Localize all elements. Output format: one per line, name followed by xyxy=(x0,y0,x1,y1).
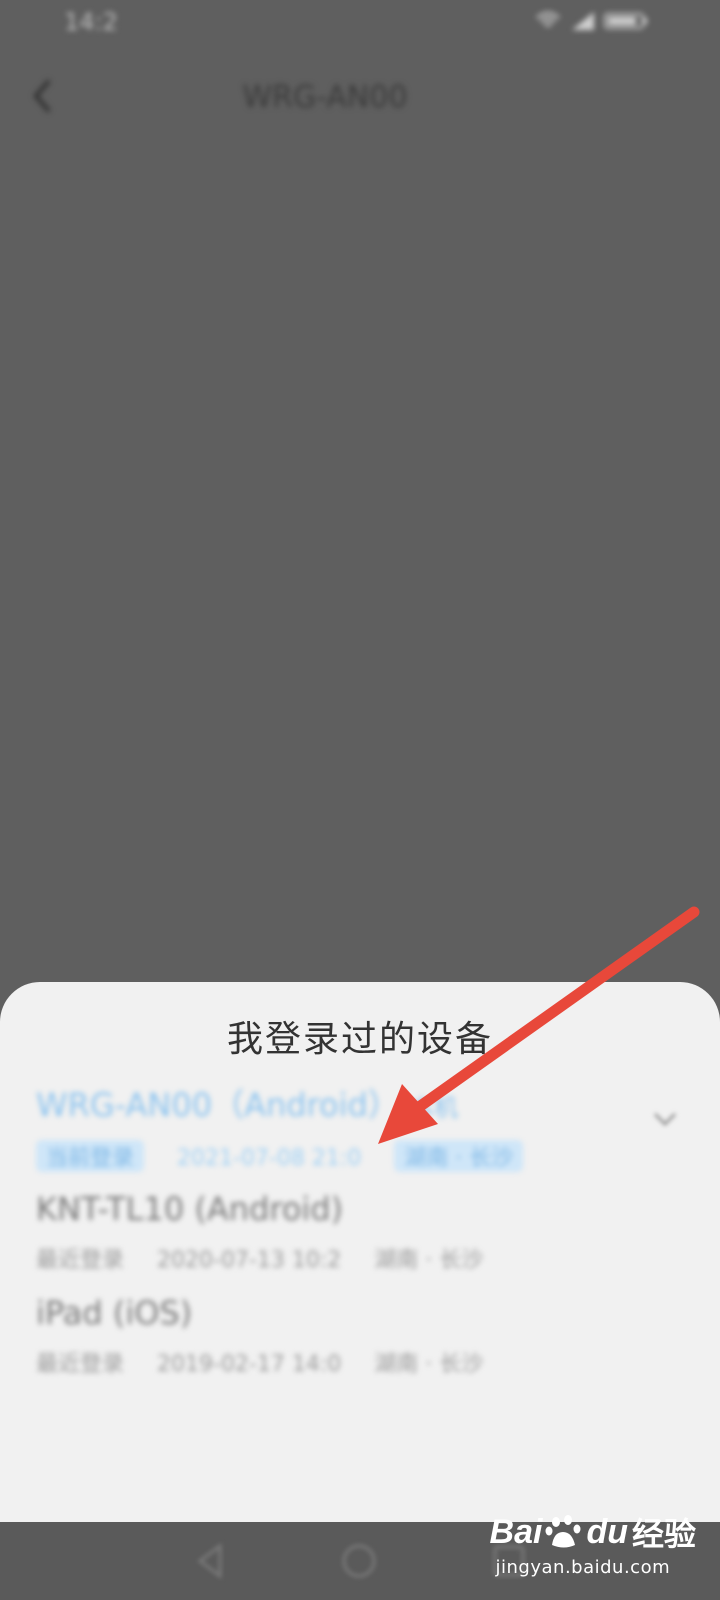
battery-icon xyxy=(604,13,647,29)
device-location: 湖南 · 长沙 xyxy=(394,1140,524,1172)
device-meta: 当前登录 2021-07-08 21:0 湖南 · 长沙 xyxy=(36,1140,676,1172)
sheet-title: 我登录过的设备 xyxy=(226,1019,493,1060)
watermark-logo-right: du xyxy=(586,1512,628,1551)
device-meta: 最近登录 2019-02-17 14:0 湖南 · 长沙 xyxy=(36,1346,676,1378)
device-time: 2020-07-13 10:2 xyxy=(157,1248,342,1273)
chevron-down-icon[interactable] xyxy=(650,1104,680,1134)
status-time: 14:2 xyxy=(64,8,118,36)
watermark-logo-left: Bai xyxy=(489,1512,543,1551)
screen: 14:2 WRG-AN00 我登录过的设备 WRG-AN00（Android） … xyxy=(0,0,720,1600)
device-name: KNT-TL10 (Android) xyxy=(36,1190,344,1228)
device-item[interactable]: iPad (iOS) 最近登录 2019-02-17 14:0 湖南 · 长沙 xyxy=(36,1294,676,1378)
status-bar: 14:2 xyxy=(0,0,720,50)
device-item[interactable]: KNT-TL10 (Android) 最近登录 2020-07-13 10:2 … xyxy=(36,1190,676,1274)
device-status-badge: 当前登录 xyxy=(36,1140,145,1172)
top-bar: WRG-AN00 xyxy=(0,70,720,130)
device-name: WRG-AN00（Android） 本机 xyxy=(36,1086,458,1124)
page-title: WRG-AN00 xyxy=(242,80,408,115)
nav-back-icon[interactable] xyxy=(186,1536,236,1586)
device-status: 最近登录 xyxy=(36,1248,125,1273)
wifi-icon xyxy=(536,11,561,27)
device-item-current[interactable]: WRG-AN00（Android） 本机 当前登录 2021-07-08 21:… xyxy=(36,1080,676,1172)
device-tag: 本机 xyxy=(409,1094,458,1122)
status-icons xyxy=(535,10,650,37)
device-name: iPad (iOS) xyxy=(36,1294,193,1332)
device-time: 2019-02-17 14:0 xyxy=(157,1352,342,1377)
device-location: 湖南 · 长沙 xyxy=(374,1352,484,1377)
baidu-paw-icon xyxy=(545,1515,581,1548)
device-status: 最近登录 xyxy=(36,1352,125,1377)
devices-bottom-sheet: 我登录过的设备 WRG-AN00（Android） 本机 当前登录 2021-0… xyxy=(0,982,720,1522)
watermark-brand: 经验 xyxy=(631,1515,696,1553)
baidu-jingyan-watermark: Bai du 经验 jingyan.baidu.com xyxy=(489,1509,696,1579)
watermark-url: jingyan.baidu.com xyxy=(495,1557,671,1578)
signal-icon xyxy=(571,12,594,30)
device-time: 2021-07-08 21:0 xyxy=(177,1146,362,1171)
device-meta: 最近登录 2020-07-13 10:2 湖南 · 长沙 xyxy=(36,1242,676,1274)
nav-home-icon[interactable] xyxy=(334,1536,384,1586)
device-location: 湖南 · 长沙 xyxy=(374,1248,484,1273)
